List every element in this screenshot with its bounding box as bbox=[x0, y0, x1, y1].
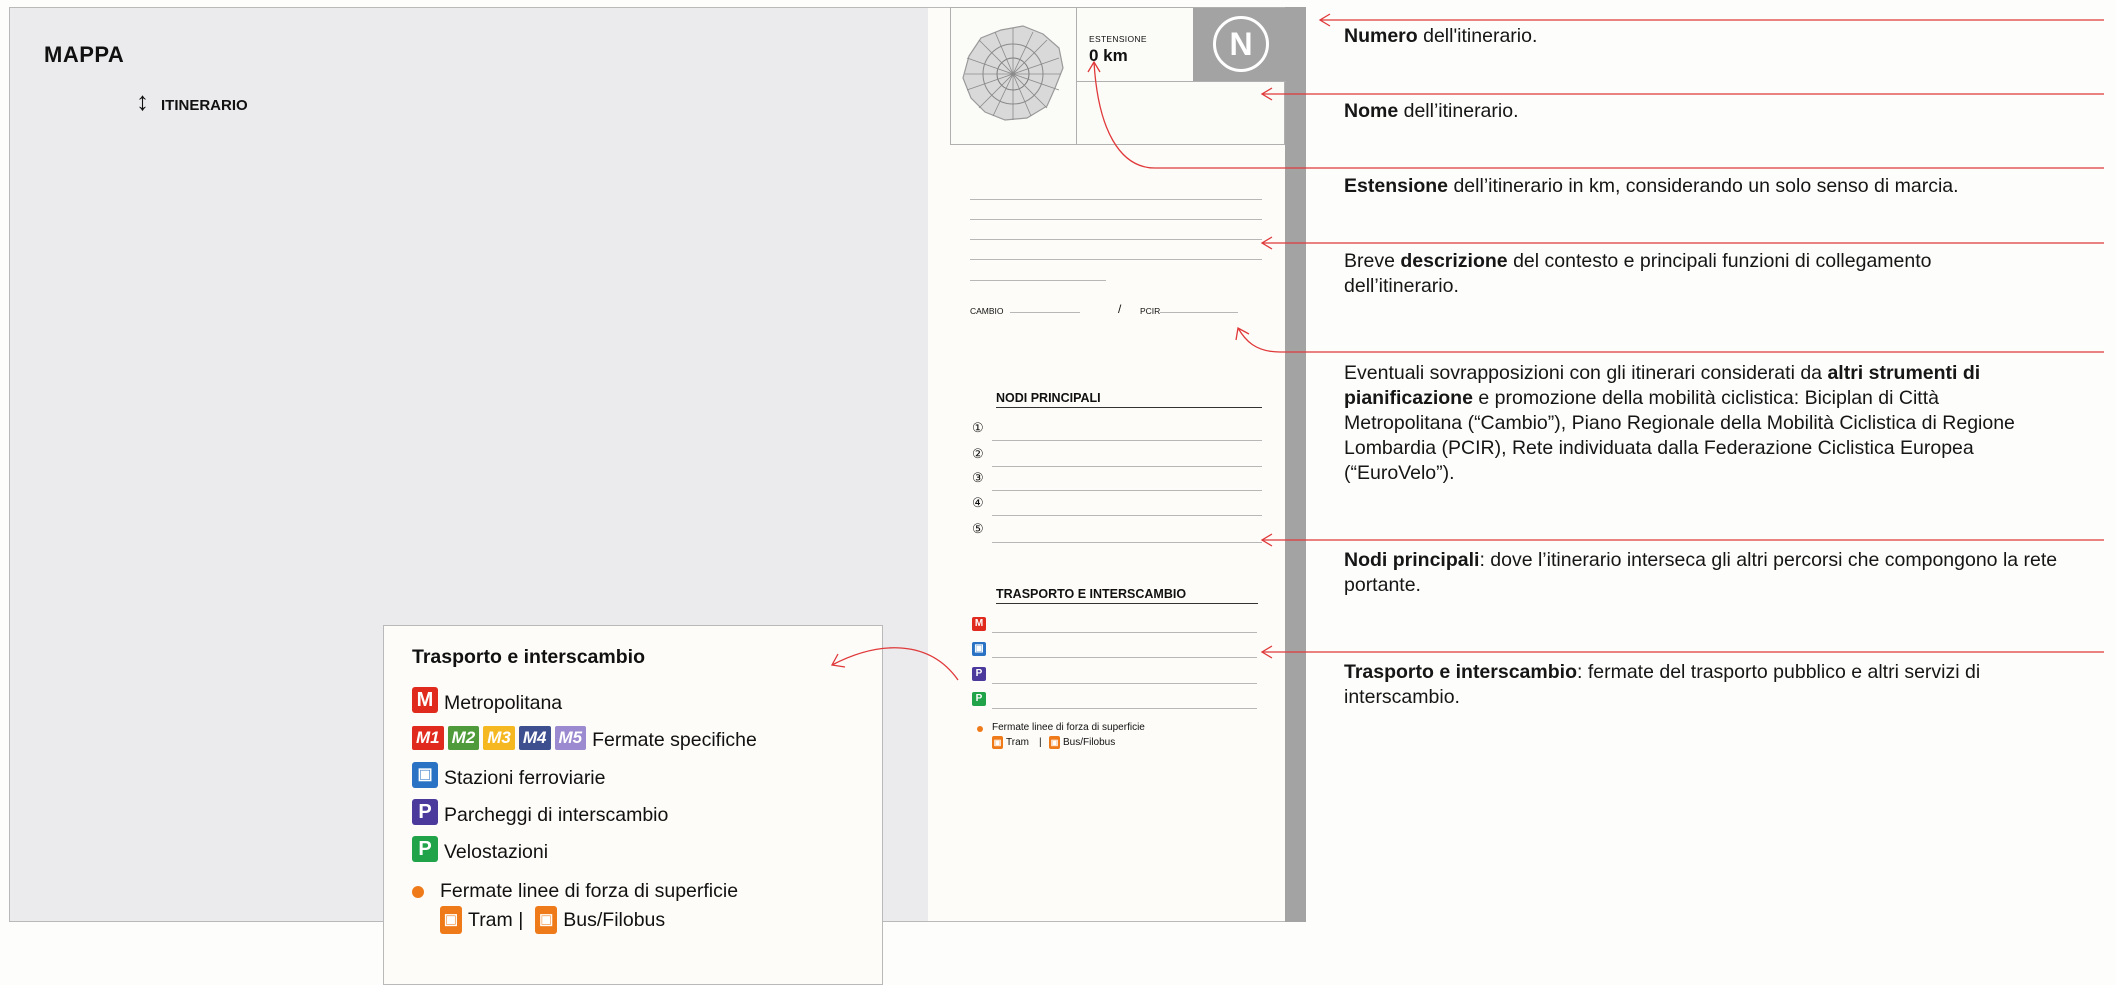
bike-parking-icon: P bbox=[412, 835, 438, 862]
bike-parking-icon: P bbox=[972, 692, 986, 706]
legend-bike-label: Velostazioni bbox=[444, 841, 549, 863]
extension-cell: ESTENSIONE 0 km bbox=[1076, 8, 1193, 82]
nodi-title: NODI PRINCIPALI bbox=[996, 391, 1262, 408]
transport-line bbox=[992, 683, 1257, 684]
legend-title: Trasporto e interscambio bbox=[412, 646, 645, 668]
note-pre: Eventuali sovrapposizioni con gli itiner… bbox=[1344, 362, 1828, 384]
legend-metro-label: Metropolitana bbox=[444, 692, 563, 714]
bus-label: Bus/Filobus bbox=[1063, 737, 1116, 748]
itinerary-name: ITINERARIO bbox=[161, 97, 248, 114]
cambio-line bbox=[1010, 312, 1080, 313]
metro-icon: M bbox=[972, 617, 986, 631]
updown-arrow-icon: ↕ bbox=[136, 86, 149, 116]
line-m2-badge: M2 bbox=[447, 725, 480, 750]
note-text: dell’itinerario in km, considerando un s… bbox=[1448, 175, 1959, 197]
node-number-2: ② bbox=[972, 446, 984, 461]
line-m5-badge: M5 bbox=[554, 725, 587, 750]
legend-surface: Fermate linee di forza di superficie bbox=[412, 880, 738, 903]
line-m3-badge: M3 bbox=[483, 725, 515, 750]
metro-icon: M bbox=[412, 686, 438, 713]
legend-surface-label: Fermate linee di forza di superficie bbox=[440, 880, 739, 902]
legend-bus-label: Bus/Filobus bbox=[563, 908, 666, 931]
itinerary-number: N bbox=[1213, 16, 1269, 72]
pcir-label: PCIR bbox=[1140, 306, 1161, 316]
line-m1-badge: M1 bbox=[412, 725, 444, 750]
transport-line bbox=[992, 632, 1257, 633]
node-number-1: ① bbox=[972, 420, 984, 435]
note-bold: Trasporto e interscambio bbox=[1344, 661, 1577, 683]
transport-line bbox=[992, 657, 1257, 658]
note-text: dell’itinerario. bbox=[1398, 100, 1519, 122]
description-line bbox=[970, 280, 1106, 281]
line-m4-badge: M4 bbox=[518, 725, 551, 750]
description-line bbox=[970, 219, 1262, 220]
node-number-4: ④ bbox=[972, 495, 984, 510]
node-number-5: ⑤ bbox=[972, 521, 984, 536]
number-cell: N bbox=[1193, 8, 1286, 82]
note-bold: Nodi principali bbox=[1344, 549, 1480, 571]
slash: / bbox=[1118, 302, 1122, 316]
legend-specific-label: Fermate specifiche bbox=[592, 729, 757, 751]
surface-dot-icon bbox=[412, 885, 424, 898]
legend-tram-label: Tram | bbox=[468, 908, 524, 931]
note-text: dell'itinerario. bbox=[1417, 25, 1538, 47]
node-line bbox=[992, 515, 1262, 516]
description-line bbox=[970, 239, 1262, 240]
arrow-strumenti bbox=[1237, 327, 2104, 353]
node-line bbox=[992, 490, 1262, 491]
parking-icon: P bbox=[412, 798, 438, 825]
tram-icon: ▣ bbox=[440, 906, 462, 934]
note-numero: Numero dell'itinerario. bbox=[1344, 24, 2064, 49]
surface-dot-icon bbox=[977, 726, 983, 732]
note-bold: Nome bbox=[1344, 100, 1399, 122]
city-map-thumbnail bbox=[951, 8, 1077, 144]
note-estensione: Estensione dell’itinerario in km, consid… bbox=[1344, 174, 2064, 199]
note-nome: Nome dell’itinerario. bbox=[1344, 99, 2064, 124]
legend-metro: M Metropolitana bbox=[412, 684, 562, 715]
map-title: MAPPA bbox=[44, 42, 125, 67]
pcir-line bbox=[1160, 312, 1238, 313]
tram-label: Tram bbox=[1006, 737, 1029, 748]
note-strumenti: Eventuali sovrapposizioni con gli itiner… bbox=[1344, 361, 2059, 486]
tram-bus-separator: | bbox=[1039, 737, 1042, 748]
train-icon: ▣ bbox=[412, 761, 438, 788]
transport-line bbox=[992, 708, 1257, 709]
parking-icon: P bbox=[972, 667, 986, 681]
legend-rail: ▣ Stazioni ferroviarie bbox=[412, 759, 605, 790]
bus-icon: ▣ bbox=[535, 906, 558, 934]
extension-value: 0 km bbox=[1089, 46, 1128, 65]
node-number-3: ③ bbox=[972, 470, 984, 485]
note-bold: descrizione bbox=[1400, 250, 1508, 272]
legend-tram-bus: ▣ Tram | ▣ Bus/Filobus bbox=[440, 906, 665, 934]
note-bold: Numero bbox=[1344, 25, 1418, 47]
bus-icon: ▣ bbox=[1049, 736, 1060, 749]
legend-box: Trasporto e interscambio M Metropolitana… bbox=[383, 625, 883, 985]
note-descrizione: Breve descrizione del contesto e princip… bbox=[1344, 249, 2024, 299]
description-line bbox=[970, 259, 1262, 260]
legend-parking: P Parcheggi di interscambio bbox=[412, 796, 668, 827]
legend-rail-label: Stazioni ferroviarie bbox=[444, 767, 606, 789]
sheet-side-strip bbox=[1285, 7, 1306, 922]
node-line bbox=[992, 440, 1262, 441]
tram-icon: ▣ bbox=[992, 736, 1003, 749]
cambio-label: CAMBIO bbox=[970, 306, 1004, 316]
surface-lines-label: Fermate linee di forza di superficie bbox=[992, 722, 1145, 733]
extension-label: ESTENSIONE bbox=[1089, 34, 1147, 44]
legend-bike: P Velostazioni bbox=[412, 833, 548, 864]
legend-lines: M1 M2 M3 M4 M5 Fermate specifiche bbox=[412, 723, 757, 752]
node-line bbox=[992, 466, 1262, 467]
sheet-header: ESTENSIONE 0 km N bbox=[950, 7, 1286, 145]
legend-parking-label: Parcheggi di interscambio bbox=[444, 804, 669, 826]
trasporto-title: TRASPORTO E INTERSCAMBIO bbox=[996, 587, 1258, 604]
note-nodi: Nodi principali: dove l’itinerario inter… bbox=[1344, 548, 2064, 598]
train-icon: ▣ bbox=[972, 642, 986, 656]
description-line bbox=[970, 199, 1262, 200]
node-line bbox=[992, 542, 1262, 543]
note-trasporto: Trasporto e interscambio: fermate del tr… bbox=[1344, 660, 2054, 710]
note-bold: Estensione bbox=[1344, 175, 1449, 197]
note-pre: Breve bbox=[1344, 250, 1401, 272]
